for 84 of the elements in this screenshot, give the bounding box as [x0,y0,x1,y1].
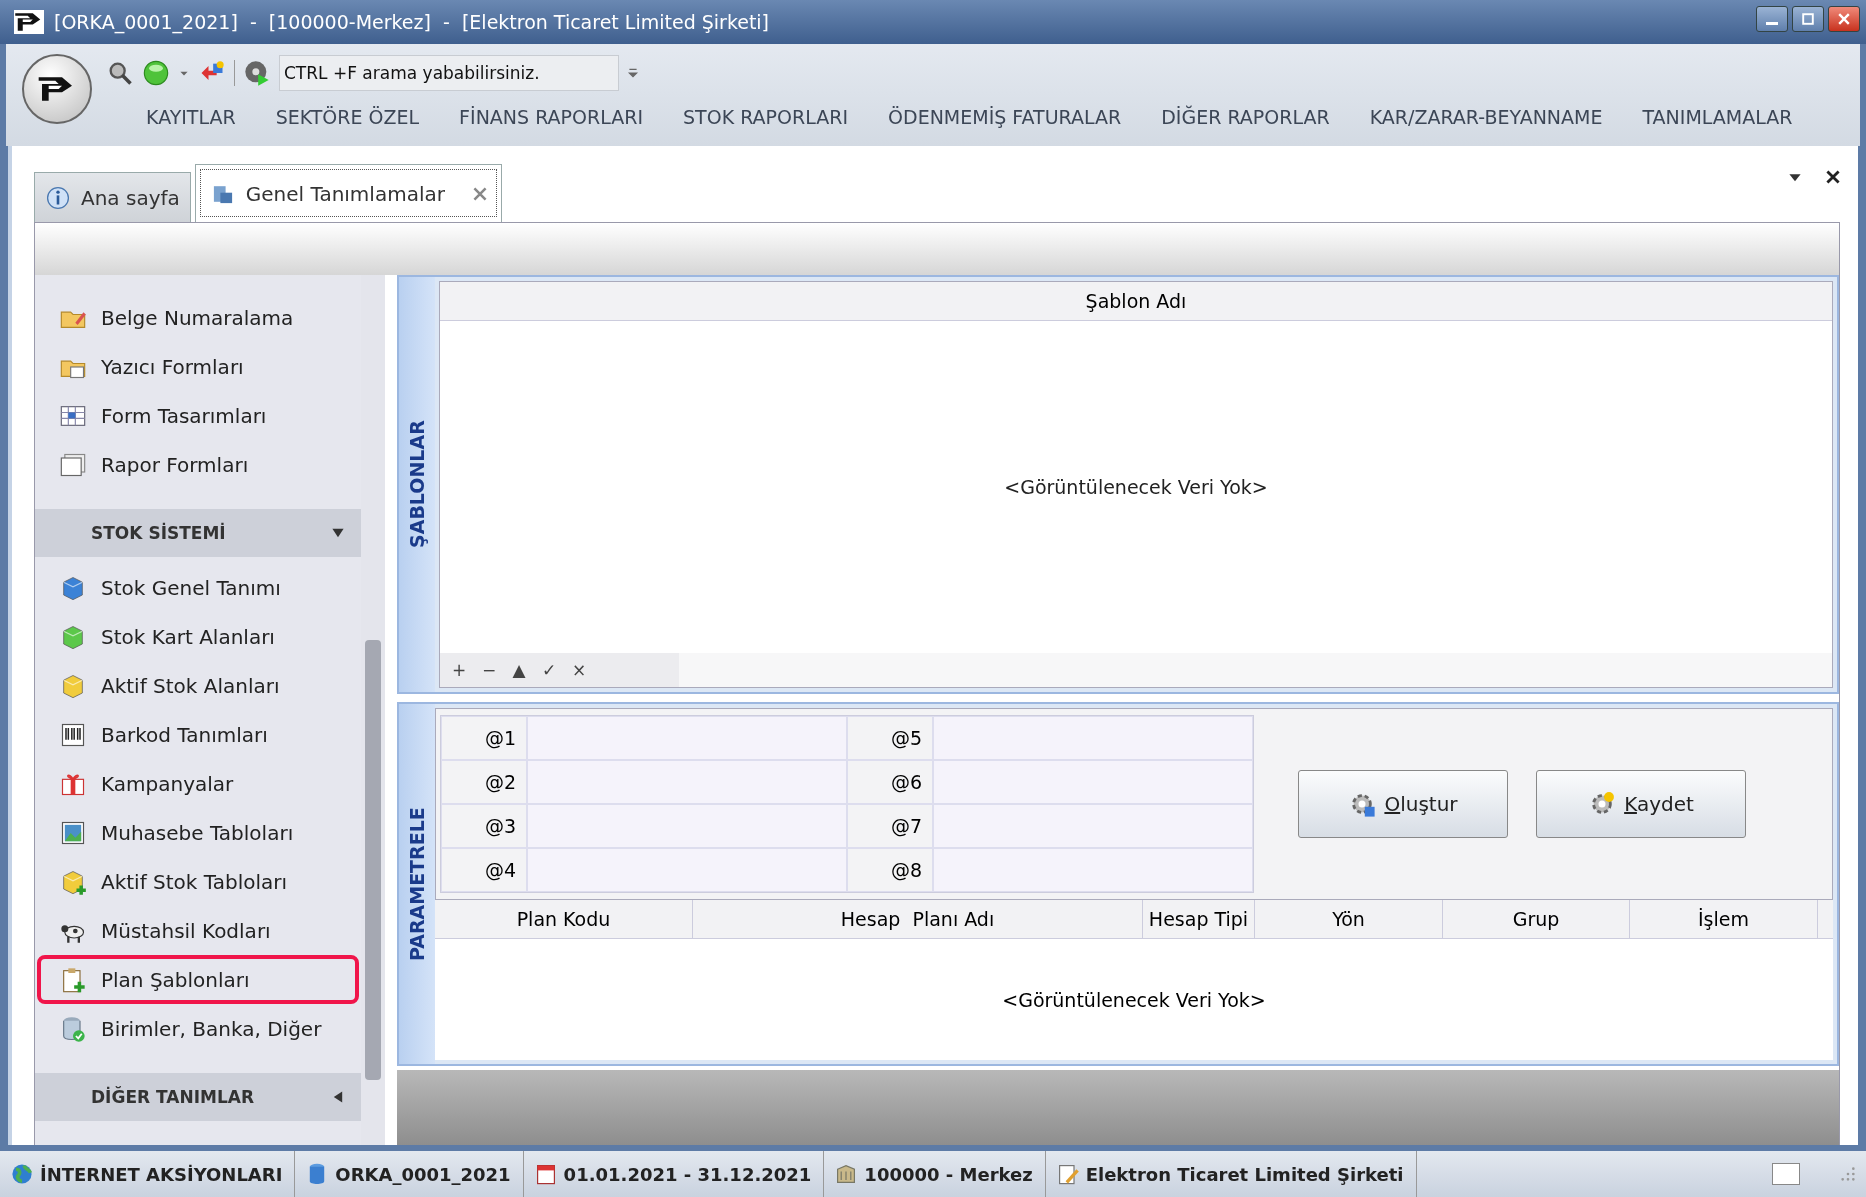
minimize-icon [1766,21,1778,25]
ribbon-tab[interactable]: TANIMLAMALAR [1622,102,1813,132]
document-tab[interactable]: Genel Tanımlamalar [194,164,502,222]
status-orb-icon[interactable] [142,59,170,87]
column-header[interactable]: İşlem [1630,900,1818,938]
parameter-label: @7 [847,804,933,848]
column-header[interactable]: Yön [1255,900,1443,938]
navigator-button[interactable]: × [564,660,594,680]
sidebar-item[interactable]: Plan Şablonları [37,955,359,1004]
minimize-button[interactable] [1756,6,1788,32]
sidebar-item[interactable]: Yazıcı Formları [37,342,361,391]
parameter-field[interactable] [527,716,847,760]
parameter-label: @5 [847,716,933,760]
parameter-field[interactable] [933,848,1253,892]
parameter-field[interactable] [933,760,1253,804]
window-title: [ORKA_0001_2021] - [100000-Merkez] - [Elektron Ticaret Limited Şirketi] [54,11,771,33]
parameter-field[interactable] [527,760,847,804]
sidebar-item[interactable]: Rapor Formları [37,440,361,489]
customize-caret-icon[interactable] [627,67,639,79]
navigator-button[interactable]: + [444,660,474,680]
close-icon [1838,13,1850,25]
parameter-field[interactable] [527,848,847,892]
navigator-button[interactable]: ✓ [534,660,564,680]
parameter-field[interactable] [933,716,1253,760]
close-icon[interactable] [1826,170,1840,184]
info-icon [45,184,71,211]
group-header[interactable]: STOK SİSTEMİ [35,509,361,557]
ribbon-tab[interactable]: KAR/ZARAR-BEYANNAME [1349,102,1623,132]
column-header[interactable]: Hesap Tipi [1143,900,1255,938]
sidebar-item[interactable]: Müstahsil Kodları [37,906,361,955]
sidebar-item[interactable]: Form Tasarımları [37,391,361,440]
app-logo-icon [14,10,44,34]
film-reel-icon[interactable] [243,59,271,87]
parameter-label: @2 [441,760,527,804]
status-item: 100000 - Merkez [824,1151,1046,1197]
create-button[interactable]: Oluştur [1298,770,1508,838]
sidebar-item[interactable]: Birimler, Banka, Diğer [37,1004,361,1053]
sidebar-item[interactable]: Barkod Tanımları [37,710,361,759]
status-item: 01.01.2021 - 31.12.2021 [523,1151,825,1197]
section-label: ŞABLONLAR [399,277,435,692]
ribbon-tab[interactable]: ÖDENMEMİŞ FATURALAR [868,102,1142,132]
sidebar-item[interactable]: Belge Numaralama [37,293,361,342]
parameter-label: @6 [847,760,933,804]
ribbon-tab[interactable]: STOK RAPORLARI [663,102,869,132]
search-field[interactable]: CTRL +F arama yababilirsiniz. [279,55,619,91]
ribbon-tab[interactable]: DİĞER RAPORLAR [1141,102,1350,132]
resize-grip-icon[interactable] [1840,1166,1856,1182]
sidebar-item[interactable]: Aktif Stok Tabloları [37,857,361,906]
parameter-label: @3 [441,804,527,848]
close-button[interactable] [1828,6,1860,32]
column-header[interactable]: Plan Kodu [435,900,693,938]
maximize-icon [1802,13,1814,25]
column-header[interactable]: Hesap Planı Adı [693,900,1143,938]
close-tab-icon[interactable] [472,186,487,201]
ribbon-tab[interactable]: KAYITLAR [126,102,256,132]
sidebar-item[interactable]: Stok Kart Alanları [37,612,361,661]
navigator-button[interactable]: ▲ [504,660,534,680]
sidebar-item[interactable]: Muhasebe Tabloları [37,808,361,857]
column-header[interactable]: Grup [1443,900,1630,938]
section-label: PARAMETRELE [399,704,435,1064]
parameter-label: @8 [847,848,933,892]
status-panel [1772,1163,1800,1185]
column-header[interactable]: Şablon Adı [440,282,1832,321]
navigator-button[interactable]: − [474,660,504,680]
empty-message: <Görüntülenecek Veri Yok> [1004,476,1268,498]
sidebar-item[interactable]: Aktif Stok Alanları [37,661,361,710]
parameter-field[interactable] [527,804,847,848]
parameter-label: @4 [441,848,527,892]
maximize-button[interactable] [1792,6,1824,32]
status-item: Elektron Ticaret Limited Şirketi [1045,1151,1417,1197]
sidebar-item[interactable]: Stok Genel Tanımı [37,563,361,612]
group-header[interactable]: DİĞER TANIMLAR [35,1073,361,1121]
sidebar-item[interactable]: Kampanyalar [37,759,361,808]
save-button[interactable]: Kaydet [1536,770,1746,838]
horizontal-scrollbar[interactable] [679,653,1832,687]
document-tab[interactable]: Ana sayfa [34,172,191,222]
empty-message: <Görüntülenecek Veri Yok> [1002,988,1266,1011]
ribbon-tab[interactable]: FİNANS RAPORLARI [439,102,664,132]
status-item: ORKA_0001_2021 [295,1151,524,1197]
parameter-field[interactable] [933,804,1253,848]
status-item: İNTERNET AKSİYONLARI [0,1151,296,1197]
globe-icon [10,1162,34,1186]
parameter-label: @1 [441,716,527,760]
ribbon-tab[interactable]: SEKTÖRE ÖZEL [255,102,440,132]
